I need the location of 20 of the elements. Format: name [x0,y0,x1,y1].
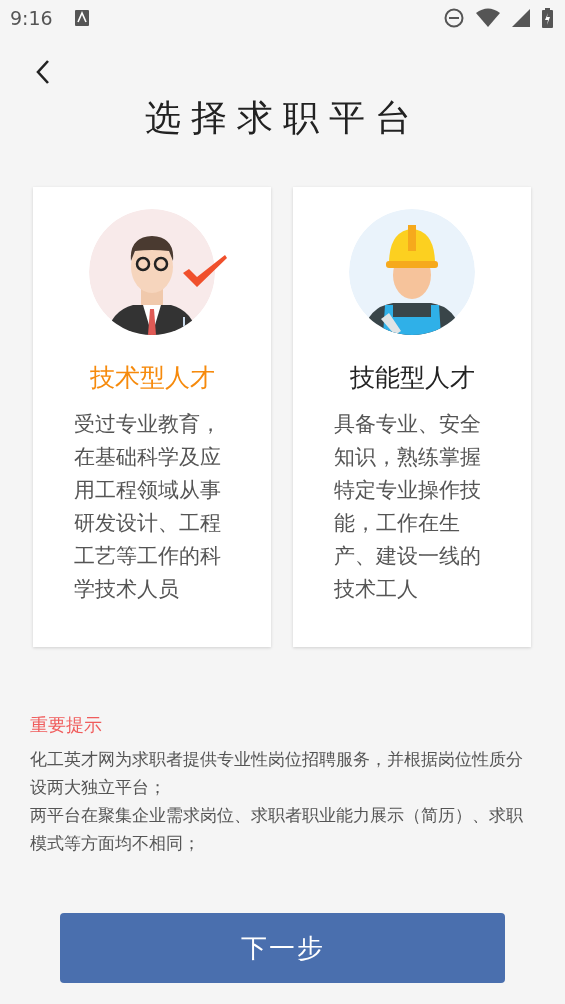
card-description: 具备专业、安全知识，熟练掌握特定专业操作技能，工作在生产、建设一线的技术工人 [334,411,483,603]
card-title: 技术型人才 [89,362,215,394]
wifi-icon [476,8,500,28]
avatar-icon [89,209,215,335]
card-description: 受过专业教育，在基础科学及应用工程领域从事研发设计、工程工艺等工作的科学技术人员 [74,411,223,603]
next-button[interactable]: 下一步 [60,913,505,983]
do-not-disturb-icon [444,8,464,28]
card-title: 技能型人才 [349,362,475,394]
battery-icon [542,8,553,28]
notice-text: 两平台在聚集企业需求岗位、求职者职业能力展示（简历）、求职模式等方面均不相同； [30,804,524,855]
signal-icon [512,9,530,27]
status-time: 9:16 [10,7,53,29]
avatar-icon [349,209,475,335]
notice-heading: 重要提示 [30,713,103,737]
page-title: 选择求职平台 [143,96,422,140]
notification-icon [74,10,89,26]
notice-text: 化工英才网为求职者提供专业性岗位招聘服务，并根据岗位性质分设两大独立平台； [30,748,524,799]
check-icon [181,253,227,289]
platform-card[interactable]: 技能型人才 具备专业、安全知识，熟练掌握特定专业操作技能，工作在生产、建设一线的技术工人 [293,187,531,647]
platform-card[interactable]: 技术型人才 受过专业教育，在基础科学及应用工程领域从事研发设计、工程工艺等工作的科学技术人员 [33,187,271,647]
